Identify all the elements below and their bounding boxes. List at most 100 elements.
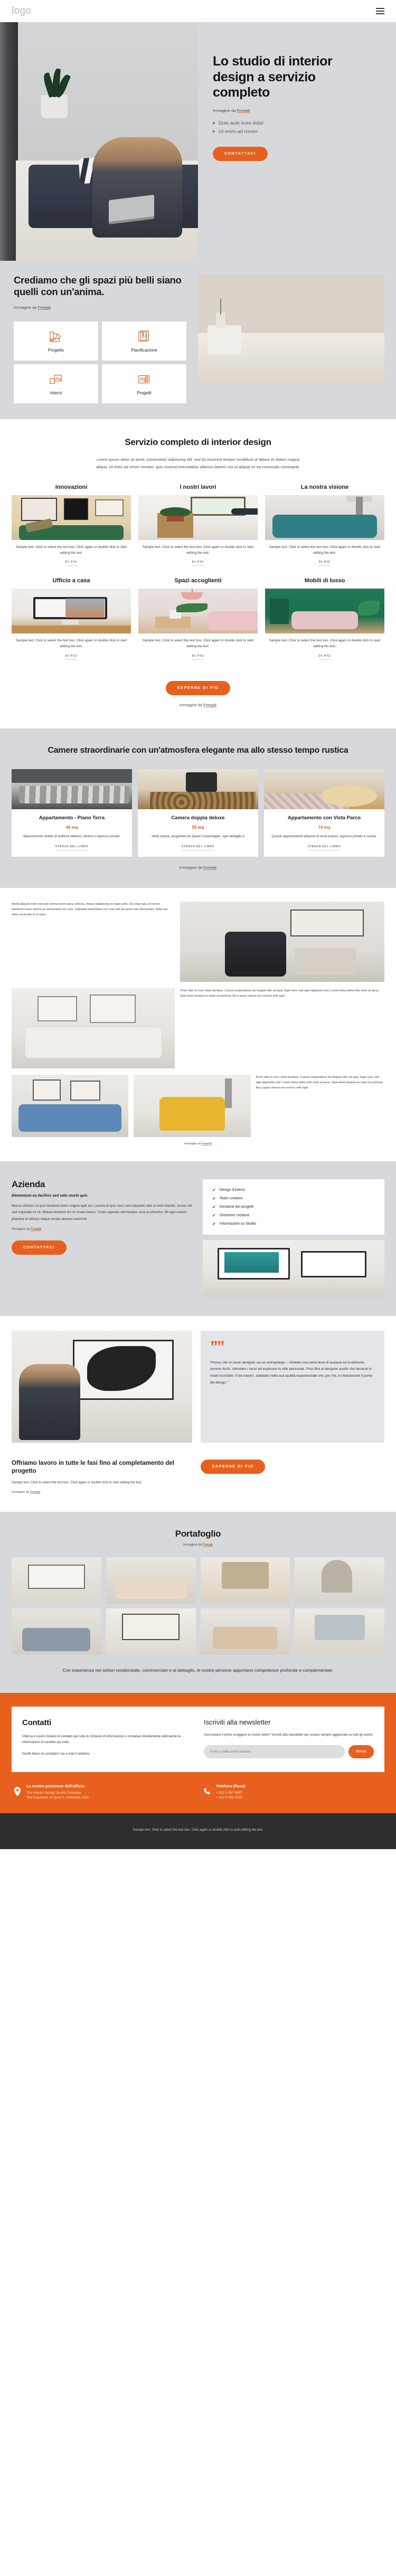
footer-text: Sample text. Click to select the text bo… [133, 1828, 263, 1832]
azienda-lead: Elementum eu facilisis sed odio morbi qu… [12, 1194, 88, 1198]
card-more-link[interactable]: DI PIÙ [65, 561, 78, 566]
room-card[interactable]: Appartamento con Vista Parco 74 mq Quest… [264, 769, 384, 857]
card-image [138, 495, 258, 540]
services-cta-button[interactable]: SAPERNE DI PIÙ [165, 681, 231, 696]
azienda-title: Azienda [12, 1179, 45, 1189]
quote-footer-left: Offriamo lavoro in tutte le fasi fino al… [12, 1460, 192, 1494]
room-card[interactable]: Camera doppia deluxe 55 mq Nella stanza,… [138, 769, 258, 857]
service-card[interactable]: Ufficio a casa Sample text. Click to sel… [12, 577, 131, 660]
room-desc: Questo appartamento dispone di zona pran… [271, 835, 377, 839]
service-card[interactable]: La nostra visione Sample text. Click to … [265, 484, 384, 566]
freepik-link[interactable]: Freepik [202, 1142, 212, 1145]
editorial-image-yellowchair [134, 1074, 251, 1137]
services-credit: Immagine da Freepik [0, 703, 396, 707]
checklist-label: Design d'interni [219, 1188, 245, 1192]
room-desc: Appartamento dotato di bollitore elettri… [23, 835, 121, 839]
hamburger-icon[interactable] [376, 8, 384, 14]
portfolio-tile[interactable] [106, 1608, 196, 1655]
card-image [12, 589, 131, 634]
portfolio-tile[interactable] [200, 1608, 290, 1655]
checklist-item: ✓ Direzione creativa [212, 1213, 375, 1218]
checklist-item: ✓ Team creativo [212, 1196, 375, 1201]
contact-location: La nostra posizione dell'ufficio The Int… [14, 1784, 193, 1800]
logo[interactable]: logo [12, 5, 31, 17]
room-image [264, 769, 384, 809]
service-card[interactable]: Mobili di lusso Sample text. Click to se… [265, 577, 384, 660]
quote-cta-button[interactable]: SAPERNE DI PIÙ [200, 1459, 266, 1474]
feature-card-pianificazione[interactable]: Pianificazione [102, 321, 186, 361]
color-swatch-icon [50, 331, 61, 342]
contact-info-line: The Courtyard, Al Quoz 1, Colorado, USA [26, 1796, 89, 1800]
check-icon: ✓ [212, 1213, 216, 1218]
card-more-link[interactable]: DI PIÙ [318, 655, 331, 660]
portfolio-tile[interactable] [12, 1557, 101, 1604]
services-subtitle: Lorem ipsum dolor sit amet, consectetur … [96, 457, 300, 469]
contact-paragraph: Utilizza il nostro modulo di contatto pe… [22, 1734, 181, 1745]
triangle-icon [213, 121, 215, 125]
freepik-link[interactable]: Freepik [237, 108, 250, 113]
card-body: Sample text. Click to select the text bo… [269, 545, 381, 555]
hero-credit: Immagine da Freepik [213, 108, 382, 113]
card-more-link[interactable]: DI PIÙ [192, 655, 204, 660]
hero-cta-button[interactable]: CONTATTACI [213, 146, 268, 161]
portfolio-section: Portafoglio Immagine da Freepik Con espe… [0, 1511, 396, 1693]
room-desc: Nella stanza, progettata da Space Copenh… [152, 835, 244, 839]
editorial-text-right: Proin nibh ut nunc vitae faucibus. Cursu… [180, 989, 380, 998]
service-card[interactable]: Innovazioni Sample text. Click to select… [12, 484, 131, 566]
room-link[interactable]: STANZA DEL LIBRO [55, 845, 89, 850]
service-card[interactable]: I nostri lavori Sample text. Click to se… [138, 484, 258, 566]
card-more-link[interactable]: DI PIÙ [318, 561, 331, 566]
landing-page: logo Lo studio di interior design a serv… [0, 0, 396, 1849]
room-link[interactable]: STANZA DEL LIBRO [181, 845, 215, 850]
room-title: Appartamento - Piano Terra [39, 815, 105, 821]
contact-phone: Telefono (fisso) + 912 3 567 8987 + 912 … [203, 1784, 382, 1800]
newsletter-email-input[interactable] [204, 1745, 345, 1759]
portfolio-tile[interactable] [200, 1557, 290, 1604]
credit-prefix: Immagine da [213, 108, 237, 113]
azienda-cta-button[interactable]: CONTATTACI [12, 1240, 67, 1255]
hero-title: Lo studio di interior design a servizio … [213, 54, 333, 100]
feature-card-progetto[interactable]: Progetto [14, 321, 98, 361]
card-body: Sample text. Click to select the text bo… [15, 639, 127, 649]
room-link[interactable]: STANZA DEL LIBRO [307, 845, 341, 850]
hero-bullets: Duis aute irure dolor Ut enim ad minim [213, 120, 382, 135]
hero-content: Lo studio di interior design a servizio … [198, 22, 396, 261]
freepik-link[interactable]: Freepik [37, 305, 51, 310]
credit-prefix: Immagine da [184, 1142, 202, 1145]
services-cards-row-1: Innovazioni Sample text. Click to select… [0, 484, 396, 566]
newsletter-submit-button[interactable]: INVIA [348, 1745, 374, 1759]
card-title: Innovazioni [55, 484, 88, 490]
portfolio-tile[interactable] [295, 1608, 384, 1655]
checklist-label: Direzione creativa [219, 1213, 249, 1217]
service-card[interactable]: Spazi accoglienti Sample text. Click to … [138, 577, 258, 660]
card-more-link[interactable]: DI PIÙ [192, 561, 204, 566]
room-title: Camera doppia deluxe [171, 815, 225, 821]
card-more-link[interactable]: DI PIÙ [65, 655, 78, 660]
portfolio-tile[interactable] [12, 1608, 101, 1655]
checklist-item: ✓ Informazioni su Studio [212, 1221, 375, 1226]
portfolio-tile[interactable] [295, 1557, 384, 1604]
freepik-link[interactable]: Freepik [202, 1543, 213, 1547]
freepik-link[interactable]: Freepik [203, 865, 216, 870]
card-image [138, 589, 258, 634]
editorial-image-sofa [12, 988, 175, 1068]
editorial-image-man [180, 901, 384, 982]
editorial-image-bluesofa [12, 1074, 129, 1137]
contact-info-line: The Interior Design Studio Company [26, 1791, 81, 1795]
editorial-credit: Immagine da Freepik [12, 1142, 384, 1145]
card-image [265, 589, 384, 634]
room-card[interactable]: Appartamento - Piano Terra 44 mq Apparta… [12, 769, 132, 857]
portfolio-tile[interactable] [106, 1557, 196, 1604]
check-icon: ✓ [212, 1187, 216, 1192]
quote-box: ”” “Penso che un buon designer sia un an… [200, 1330, 384, 1443]
freepik-link[interactable]: Freepik [203, 703, 216, 707]
credit-prefix: Immagine da [14, 305, 38, 310]
freepik-link[interactable]: Freepik [30, 1491, 40, 1494]
feature-card-interni[interactable]: Interni [14, 364, 98, 404]
feature-card-progetti[interactable]: Progetti [102, 364, 186, 404]
credit-prefix: Immagine da [179, 865, 204, 870]
card-title: Ufficio a casa [52, 577, 90, 584]
list-item: Duis aute irure dolor [213, 120, 382, 126]
quote-mark-icon: ”” [210, 1338, 225, 1356]
freepik-link[interactable]: Freepik [31, 1228, 41, 1231]
